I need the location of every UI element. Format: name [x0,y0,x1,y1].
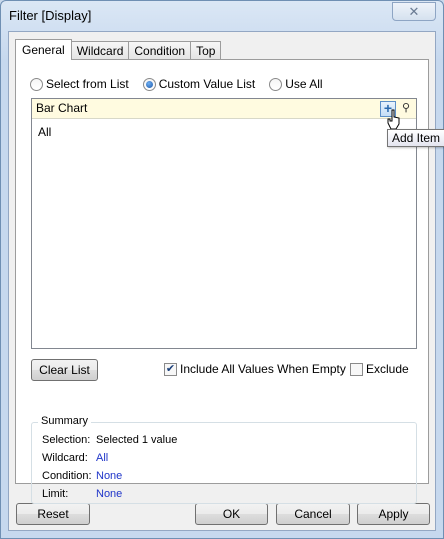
cancel-button[interactable]: Cancel [276,503,350,525]
checkbox-label: Include All Values When Empty [180,362,346,376]
radio-custom-value-list[interactable]: Custom Value List [142,77,256,91]
summary-row-limit: Limit: None [42,488,122,500]
radio-button[interactable] [269,77,283,91]
general-panel: Select from List Custom Value List Use A… [15,59,429,504]
summary-heading: Summary [38,415,92,427]
checkbox-checked-icon[interactable]: ✔ [164,362,177,376]
close-icon: ✕ [408,3,420,19]
radio-select-from-list[interactable]: Select from List [30,77,129,91]
title-bar[interactable]: Filter [Display] ✕ [1,1,443,31]
radio-label: Use All [285,77,323,91]
tab-general[interactable]: General [15,39,72,60]
radio-button[interactable] [142,77,156,91]
include-all-checkbox[interactable]: ✔ Include All Values When Empty [164,362,346,376]
mode-radio-group: Select from List Custom Value List Use A… [30,77,337,91]
ok-button[interactable]: OK [195,503,268,525]
radio-button[interactable] [30,77,43,91]
summary-row-condition: Condition: None [42,470,122,482]
summary-row-selection: Selection: Selected 1 value [42,434,177,446]
close-button[interactable]: ✕ [392,2,436,21]
dialog-client: General Wildcard Condition Top Select fr… [8,31,436,531]
list-item[interactable]: All [38,125,51,139]
tab-wildcard[interactable]: Wildcard [70,41,130,60]
search-button[interactable]: ⚲ [399,101,413,117]
add-item-tooltip: Add Item [387,129,444,147]
summary-link[interactable]: None [96,470,122,482]
tab-top[interactable]: Top [190,41,222,60]
summary-row-wildcard: Wildcard: All [42,452,108,464]
filter-dialog: Filter [Display] ✕ General Wildcard Cond… [0,0,444,539]
search-icon: ⚲ [401,102,411,114]
summary-label: Condition: [42,470,92,482]
clear-list-button[interactable]: Clear List [31,359,98,381]
radio-label: Select from List [46,77,129,91]
custom-value-list[interactable]: Bar Chart + ⚲ All [31,98,417,349]
mouse-cursor-icon [387,109,400,130]
value-input[interactable]: Bar Chart [32,99,416,119]
tab-strip: General Wildcard Condition Top [15,39,222,60]
radio-label: Custom Value List [158,77,256,91]
checkbox-icon[interactable] [350,362,363,376]
summary-label: Limit: [42,488,69,500]
reset-button[interactable]: Reset [16,503,90,525]
window-title: Filter [Display] [9,8,92,23]
exclude-checkbox[interactable]: Exclude [350,362,409,376]
summary-label: Wildcard: [42,452,88,464]
tab-condition[interactable]: Condition [128,41,192,60]
checkbox-label: Exclude [366,362,409,376]
radio-use-all[interactable]: Use All [269,77,323,91]
summary-label: Selection: [42,434,91,446]
summary-link[interactable]: None [96,488,122,500]
summary-value: Selected 1 value [96,434,178,446]
apply-button[interactable]: Apply [357,503,430,525]
summary-link[interactable]: All [96,452,108,464]
